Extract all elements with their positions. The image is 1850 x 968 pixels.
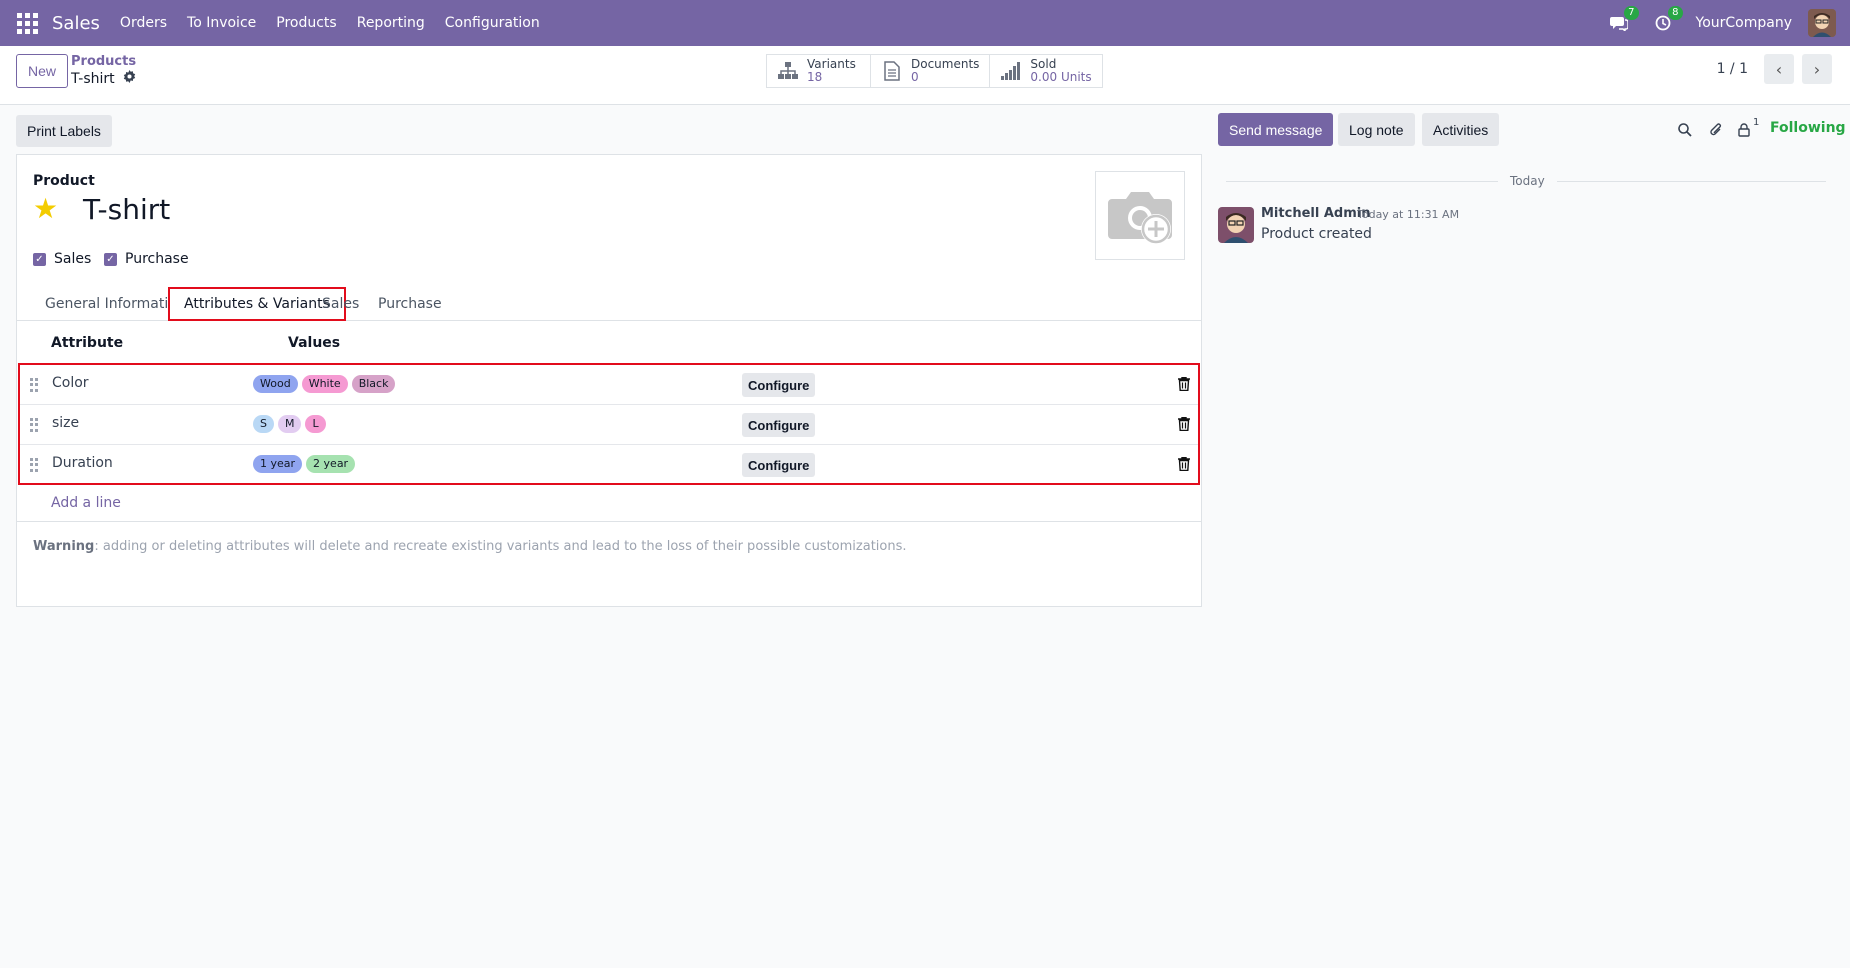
breadcrumb: Products T-shirt: [71, 54, 136, 88]
pager: 1 / 1 ‹ ›: [1717, 54, 1832, 84]
warning-label: Warning: [33, 539, 95, 554]
product-label: Product: [33, 173, 95, 189]
warning-text: : adding or deleting attributes will del…: [94, 539, 907, 554]
company-switcher[interactable]: YourCompany: [1696, 15, 1793, 31]
followers-count: 1: [1753, 117, 1760, 128]
value-tag: L: [305, 415, 326, 433]
sold-smart-button[interactable]: Sold 0.00 Units: [990, 55, 1101, 87]
product-name[interactable]: T-shirt: [83, 191, 170, 229]
purchase-checkbox-label: Purchase: [125, 251, 189, 267]
sales-checkbox-label: Sales: [54, 251, 92, 267]
menu-to-invoice[interactable]: To Invoice: [187, 15, 256, 31]
tab-purchase[interactable]: Purchase: [364, 287, 456, 321]
column-header-values[interactable]: Values: [288, 335, 340, 351]
print-labels-button[interactable]: Print Labels: [16, 115, 112, 147]
messages-badge: 7: [1624, 6, 1639, 20]
menu-configuration[interactable]: Configuration: [445, 15, 540, 31]
following-button[interactable]: Following: [1770, 120, 1846, 136]
notebook-tabs: General Information Attributes & Variant…: [17, 287, 1201, 321]
breadcrumb-current: T-shirt: [71, 71, 115, 87]
attribute-name[interactable]: Color: [52, 375, 89, 391]
paperclip-icon[interactable]: [1707, 121, 1725, 139]
author-avatar[interactable]: [1218, 207, 1254, 243]
attribute-lines: Color Wood White Black Configure size S …: [18, 363, 1200, 485]
column-header-attribute[interactable]: Attribute: [51, 335, 123, 351]
value-tag: M: [277, 415, 302, 433]
search-icon[interactable]: [1676, 121, 1694, 139]
message-author[interactable]: Mitchell Admin: [1261, 206, 1370, 221]
add-a-line-link[interactable]: Add a line: [51, 495, 121, 511]
top-navbar: Sales Orders To Invoice Products Reporti…: [0, 0, 1850, 46]
documents-smart-button[interactable]: Documents 0: [871, 55, 991, 87]
new-button[interactable]: New: [16, 54, 69, 88]
pager-value[interactable]: 1 / 1: [1717, 61, 1748, 77]
configure-button[interactable]: Configure: [742, 373, 816, 397]
value-tags[interactable]: S M L: [253, 415, 326, 433]
smart-buttons: Variants 18 Documents 0 Sold 0.00 Units: [766, 54, 1103, 88]
trash-icon[interactable]: [1178, 416, 1192, 432]
table-row[interactable]: size S M L Configure: [20, 405, 1198, 445]
sitemap-icon: [777, 61, 799, 81]
activities-clock-icon[interactable]: 8: [1652, 6, 1683, 34]
documents-count: 0: [911, 70, 919, 84]
value-tag: Black: [351, 375, 396, 393]
app-menu-icon[interactable]: [14, 10, 40, 36]
send-message-button[interactable]: Send message: [1218, 113, 1334, 146]
user-avatar[interactable]: [1808, 9, 1836, 37]
document-icon: [881, 61, 903, 81]
menu-reporting[interactable]: Reporting: [357, 15, 425, 31]
drag-handle-icon[interactable]: [30, 458, 38, 472]
message-timestamp: Today at 11:31 AM: [1357, 208, 1460, 221]
menu-orders[interactable]: Orders: [120, 15, 167, 31]
product-image-upload[interactable]: [1095, 171, 1185, 260]
value-tag: 1 year: [253, 455, 303, 473]
breadcrumb-parent[interactable]: Products: [71, 54, 136, 70]
form-sheet: Product ★ T-shirt ✓ Sales ✓ Purchase Gen…: [16, 154, 1202, 607]
value-tags[interactable]: Wood White Black: [253, 375, 396, 393]
activities-button[interactable]: Activities: [1422, 113, 1500, 146]
variants-warning: Warning: adding or deleting attributes w…: [33, 539, 907, 554]
day-label: Today: [1498, 174, 1557, 188]
variants-count: 18: [807, 70, 823, 84]
message-body: Product created: [1261, 226, 1372, 242]
activities-badge: 8: [1668, 6, 1683, 20]
attribute-name[interactable]: size: [52, 415, 79, 431]
checkmark-icon: ✓: [104, 252, 117, 266]
chevron-right-icon[interactable]: ›: [1802, 54, 1832, 84]
value-tag: 2 year: [306, 455, 356, 473]
chevron-left-icon[interactable]: ‹: [1764, 54, 1794, 84]
camera-plus-icon: [1108, 191, 1172, 244]
configure-button[interactable]: Configure: [742, 453, 816, 477]
trash-icon[interactable]: [1178, 456, 1192, 472]
favorite-star-icon[interactable]: ★: [33, 193, 58, 225]
app-name[interactable]: Sales: [52, 13, 100, 34]
value-tag: Wood: [253, 375, 298, 393]
trash-icon[interactable]: [1178, 376, 1192, 392]
value-tags[interactable]: 1 year 2 year: [253, 455, 356, 473]
signal-icon: [1000, 61, 1022, 81]
table-row[interactable]: Color Wood White Black Configure: [20, 365, 1198, 405]
drag-handle-icon[interactable]: [30, 378, 38, 392]
drag-handle-icon[interactable]: [30, 418, 38, 432]
variants-smart-button[interactable]: Variants 18: [767, 55, 871, 87]
attribute-name[interactable]: Duration: [52, 455, 113, 471]
sales-checkbox[interactable]: ✓ Sales: [33, 251, 91, 267]
messages-icon[interactable]: 7: [1608, 6, 1639, 34]
documents-label: Documents: [911, 57, 980, 71]
log-note-button[interactable]: Log note: [1338, 113, 1415, 146]
menu-products[interactable]: Products: [276, 15, 336, 31]
sold-value: 0.00 Units: [1030, 70, 1092, 84]
configure-button[interactable]: Configure: [742, 413, 816, 437]
gear-icon[interactable]: [123, 70, 136, 88]
value-tag: White: [301, 375, 348, 393]
checkmark-icon: ✓: [33, 252, 46, 266]
control-panel: New Products T-shirt Variants 18 Document…: [0, 46, 1850, 105]
table-row[interactable]: Duration 1 year 2 year Configure: [20, 445, 1198, 485]
divider: [17, 521, 1201, 522]
purchase-checkbox[interactable]: ✓ Purchase: [104, 251, 189, 267]
value-tag: S: [253, 415, 274, 433]
lock-icon[interactable]: [1735, 121, 1753, 139]
